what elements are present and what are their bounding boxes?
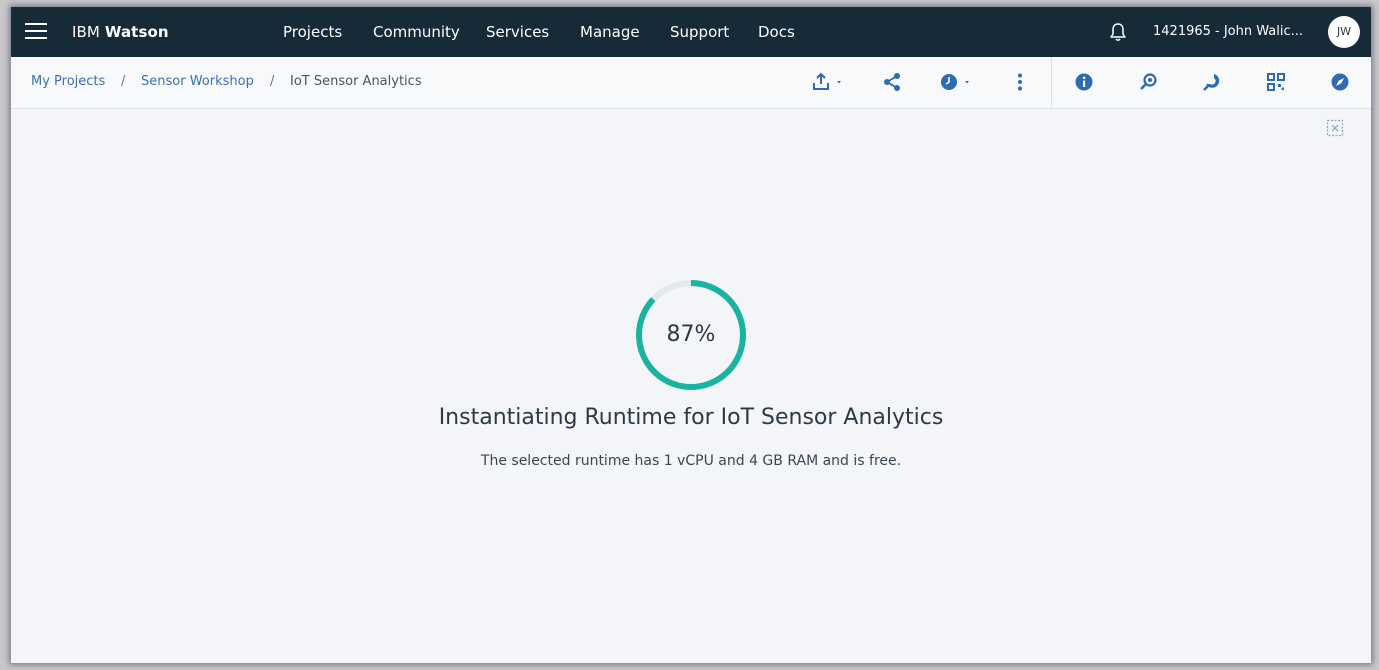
loading-title: Instantiating Runtime for IoT Sensor Ana… [438, 405, 944, 430]
find-replace-button[interactable] [1137, 71, 1159, 93]
project-toolbar: My Projects / Sensor Workshop / IoT Sens… [11, 57, 1371, 109]
explore-button[interactable] [1329, 71, 1351, 93]
nav-support[interactable]: Support [670, 23, 729, 41]
export-icon [813, 72, 829, 90]
nav-docs[interactable]: Docs [758, 23, 795, 41]
breadcrumb-sensor-workshop[interactable]: Sensor Workshop [141, 74, 254, 89]
breadcrumb-separator: / [121, 74, 126, 89]
export-button[interactable] [810, 71, 846, 93]
more-options-button[interactable] [1009, 71, 1031, 93]
fit-to-screen-icon[interactable] [1326, 119, 1344, 137]
chevron-down-icon [837, 81, 841, 84]
data-icon [1203, 74, 1220, 91]
assets-button[interactable] [1265, 71, 1287, 93]
avatar[interactable]: JW [1328, 16, 1360, 48]
nav-projects[interactable]: Projects [283, 23, 342, 41]
share-icon [884, 73, 900, 91]
more-options-icon [1018, 73, 1022, 91]
account-name[interactable]: 1421965 - John Walic... [1153, 24, 1313, 39]
loading-description: The selected runtime has 1 vCPU and 4 GB… [480, 453, 902, 469]
info-button[interactable] [1073, 71, 1095, 93]
find-replace-icon [1140, 73, 1157, 90]
assets-icon [1267, 73, 1285, 91]
notification-bell-icon[interactable] [1107, 21, 1129, 43]
app-window: IBM Watson Projects Community Services M… [11, 7, 1371, 663]
chevron-down-icon [965, 81, 969, 84]
explore-icon [1331, 73, 1349, 91]
schedule-button[interactable] [938, 71, 974, 93]
info-icon [1075, 73, 1093, 91]
breadcrumb-current: IoT Sensor Analytics [290, 74, 422, 89]
breadcrumb-my-projects[interactable]: My Projects [31, 74, 105, 89]
brand-name: Watson [104, 23, 169, 41]
nav-services[interactable]: Services [486, 23, 549, 41]
breadcrumb-separator: / [270, 74, 275, 89]
share-button[interactable] [881, 71, 903, 93]
nav-community[interactable]: Community [373, 23, 460, 41]
brand-prefix: IBM [72, 23, 100, 41]
hamburger-menu-icon[interactable] [25, 23, 47, 41]
brand-logo[interactable]: IBM Watson [72, 23, 169, 41]
data-button[interactable] [1201, 71, 1223, 93]
nav-manage[interactable]: Manage [580, 23, 640, 41]
toolbar-divider [1051, 57, 1052, 108]
schedule-icon [941, 74, 957, 90]
progress-percent: 87% [666, 322, 716, 347]
top-navigation-bar: IBM Watson Projects Community Services M… [11, 7, 1371, 57]
